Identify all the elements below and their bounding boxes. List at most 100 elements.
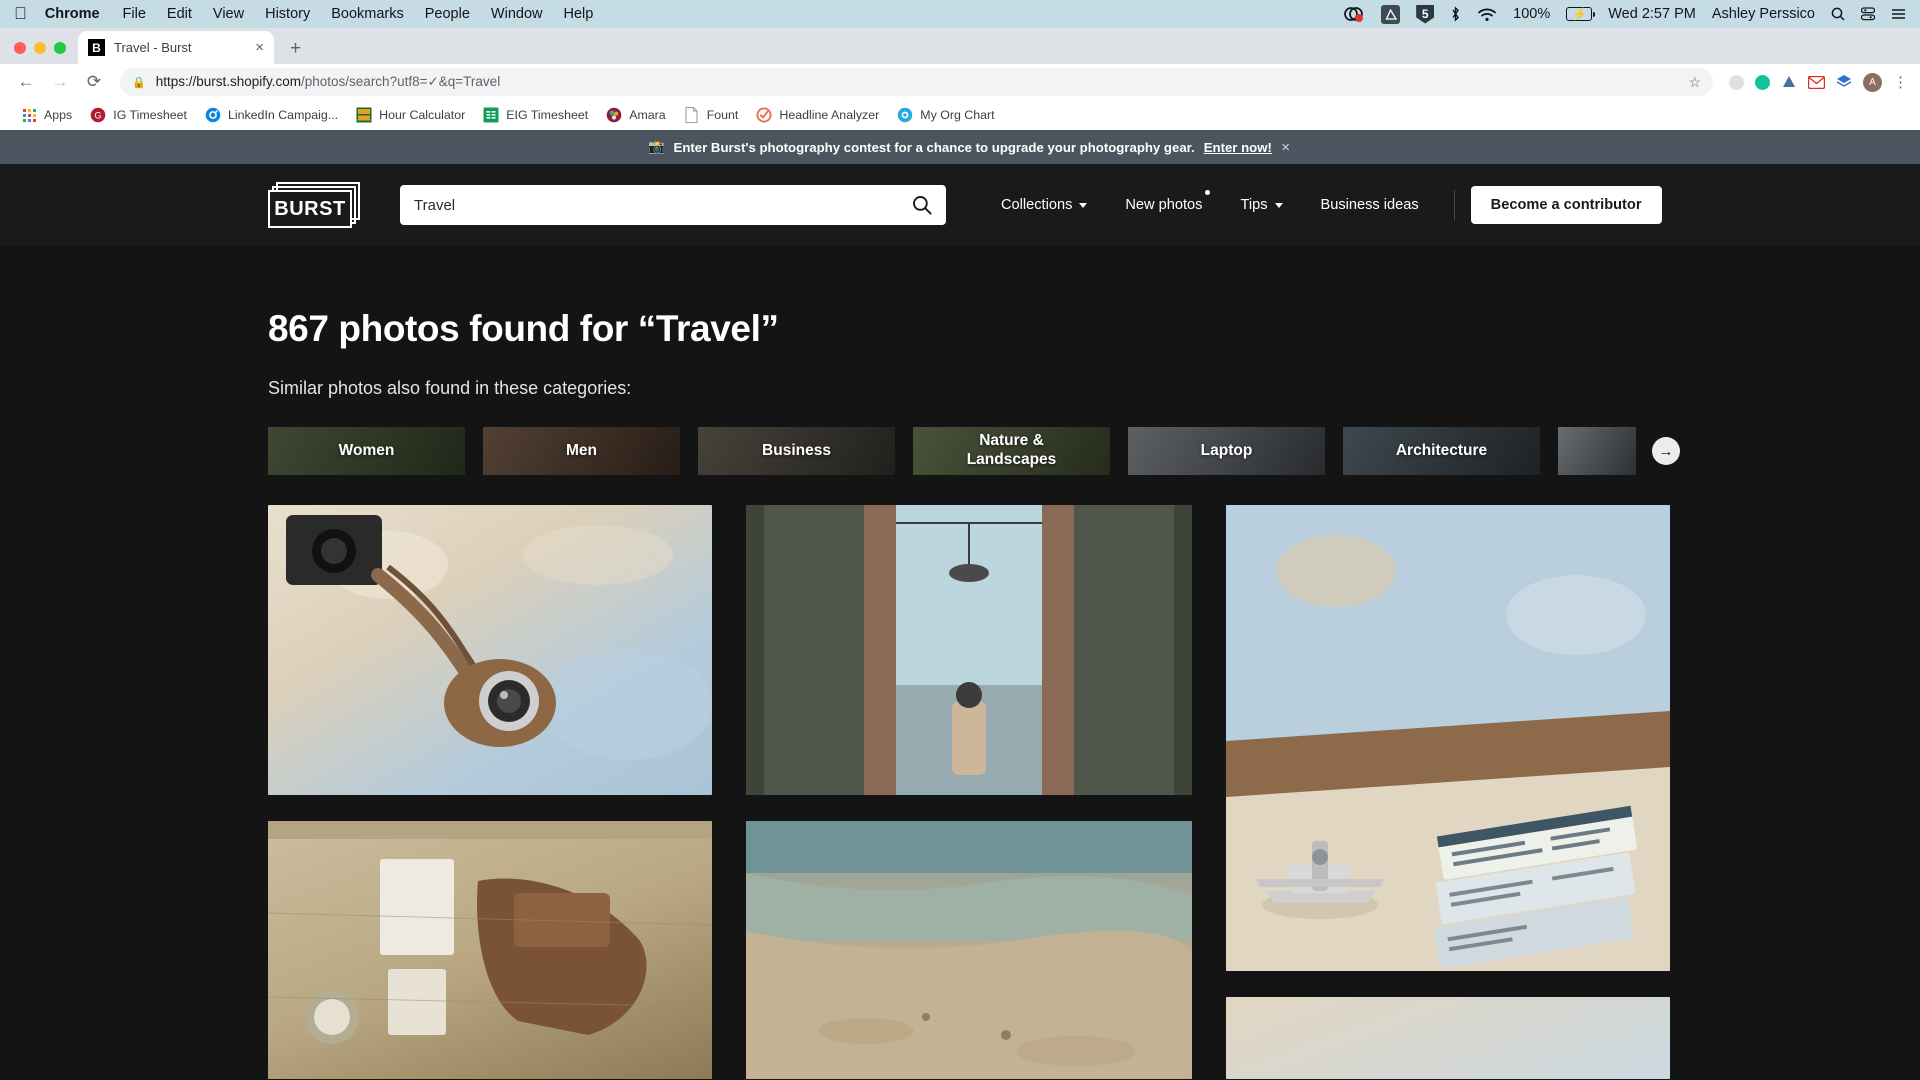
browser-tab[interactable]: B Travel - Burst ×: [78, 31, 274, 64]
bookmark-headline-analyzer[interactable]: Headline Analyzer: [747, 107, 888, 123]
close-window-button[interactable]: [14, 42, 26, 54]
bookmark-hour-calculator[interactable]: Hour Calculator: [347, 107, 474, 123]
enter-now-link[interactable]: Enter now!: [1204, 140, 1272, 155]
menu-item-file[interactable]: File: [123, 6, 146, 22]
battery-charging-icon[interactable]: ⚡: [1566, 7, 1596, 21]
nav-item-tips[interactable]: Tips: [1221, 197, 1301, 213]
chip-label: Women: [338, 441, 395, 459]
nav-item-new-photos[interactable]: New photos: [1106, 190, 1221, 213]
document-icon: [684, 107, 700, 123]
search-icon[interactable]: [912, 195, 932, 215]
google-drive-icon[interactable]: [1381, 4, 1401, 24]
new-tab-button[interactable]: +: [290, 39, 301, 58]
menu-item-help[interactable]: Help: [563, 6, 593, 22]
burst-logo[interactable]: BURST: [268, 182, 360, 228]
window-controls: [10, 42, 78, 64]
screen-recording-icon[interactable]: [1343, 6, 1365, 22]
gmail-icon[interactable]: [1808, 75, 1825, 89]
tab-title: Travel - Burst: [114, 40, 192, 55]
menu-item-chrome[interactable]: Chrome: [45, 6, 100, 22]
menu-item-bookmarks[interactable]: Bookmarks: [331, 6, 404, 22]
nav-divider: [1453, 190, 1455, 220]
menu-item-people[interactable]: People: [425, 6, 470, 22]
bookmark-ig-timesheet[interactable]: G IG Timesheet: [81, 107, 196, 123]
extension-icon[interactable]: [1781, 74, 1797, 90]
bookmark-fount[interactable]: Fount: [675, 107, 748, 123]
control-center-icon[interactable]: [1861, 7, 1875, 21]
extension-placeholder-icon[interactable]: [1729, 74, 1744, 90]
layers-icon[interactable]: [1836, 74, 1852, 90]
category-chip-laptop[interactable]: Laptop: [1128, 427, 1325, 475]
chip-label: Nature & Landscapes: [966, 432, 1057, 468]
grammarly-icon[interactable]: [1755, 74, 1770, 90]
become-contributor-button[interactable]: Become a contributor: [1470, 186, 1662, 224]
close-icon[interactable]: ×: [1281, 139, 1290, 156]
apple-icon[interactable]: : [14, 5, 27, 22]
bookmark-star-icon[interactable]: ☆: [1688, 74, 1701, 91]
nav-label: Business ideas: [1320, 197, 1419, 213]
photo-bali-temple-gate-photographer[interactable]: [746, 505, 1192, 795]
photo-camera-on-world-map[interactable]: [268, 505, 712, 795]
close-icon[interactable]: ×: [255, 40, 264, 55]
bookmark-label: Apps: [44, 108, 73, 122]
kebab-menu-icon[interactable]: ⋮: [1893, 73, 1908, 91]
menu-item-view[interactable]: View: [213, 6, 244, 22]
nav-item-collections[interactable]: Collections: [982, 197, 1106, 213]
search-box[interactable]: [400, 185, 946, 225]
profile-avatar[interactable]: A: [1863, 72, 1882, 92]
category-chip-architecture[interactable]: Architecture: [1343, 427, 1540, 475]
category-chip-men[interactable]: Men: [483, 427, 680, 475]
bookmark-my-org-chart[interactable]: My Org Chart: [888, 107, 1003, 123]
bookmark-linkedin-campaign[interactable]: LinkedIn Campaig...: [196, 107, 347, 123]
category-chip-next-partial[interactable]: [1558, 427, 1636, 475]
macos-menu-bar:  Chrome File Edit View History Bookmark…: [0, 0, 1920, 28]
clock[interactable]: Wed 2:57 PM: [1608, 6, 1696, 22]
chip-label: Men: [566, 441, 597, 459]
menu-item-history[interactable]: History: [265, 6, 310, 22]
reload-icon[interactable]: ⟳: [80, 68, 108, 96]
logo-text: BURST: [274, 197, 346, 220]
minimize-window-button[interactable]: [34, 42, 46, 54]
bookmark-apps[interactable]: Apps: [12, 107, 81, 123]
user-name[interactable]: Ashley Perssico: [1712, 6, 1815, 22]
photo-toy-plane-and-boarding-passes[interactable]: [1226, 997, 1670, 1079]
url-text: https://burst.shopify.com/photos/search?…: [156, 74, 501, 90]
photo-column-2: [746, 505, 1192, 1079]
search-input[interactable]: [414, 196, 912, 214]
category-chip-women[interactable]: Women: [268, 427, 465, 475]
photo-map-book-with-boarding-passes[interactable]: [1226, 505, 1670, 971]
photo-column-1: [268, 505, 712, 1079]
bookmark-amara[interactable]: Amara: [597, 107, 675, 123]
site-nav: Collections New photos Tips Business ide…: [982, 186, 1662, 224]
menu-list-icon[interactable]: [1891, 8, 1906, 20]
bookmark-eig-timesheet[interactable]: EIG Timesheet: [474, 107, 597, 123]
category-chip-business[interactable]: Business: [698, 427, 895, 475]
shield-icon[interactable]: 5: [1416, 4, 1435, 24]
time-calc-icon: [356, 107, 372, 123]
chip-label: Laptop: [1200, 441, 1253, 459]
site-header: BURST Collections New photos Tips Busine…: [0, 164, 1920, 246]
forward-icon[interactable]: →: [46, 68, 74, 96]
menu-item-edit[interactable]: Edit: [167, 6, 192, 22]
promo-banner-text: Enter Burst's photography contest for a …: [673, 139, 1195, 155]
bookmarks-bar: Apps G IG Timesheet LinkedIn Campaig... …: [0, 100, 1920, 130]
battery-percent: 100%: [1513, 6, 1551, 22]
bluetooth-icon[interactable]: [1450, 6, 1461, 22]
spotlight-search-icon[interactable]: [1831, 7, 1845, 21]
categories-next-arrow-icon[interactable]: →: [1652, 437, 1680, 465]
page-content: 📸 Enter Burst's photography contest for …: [0, 130, 1920, 1080]
new-badge-dot: [1205, 190, 1211, 195]
wifi-icon[interactable]: [1477, 7, 1497, 22]
back-icon[interactable]: ←: [12, 68, 40, 96]
category-chip-nature-landscapes[interactable]: Nature & Landscapes: [913, 427, 1110, 475]
menu-item-window[interactable]: Window: [491, 6, 543, 22]
photo-vintage-map-with-journal-and-bag[interactable]: [268, 821, 712, 1079]
nav-label: Tips: [1240, 197, 1268, 213]
nav-item-business-ideas[interactable]: Business ideas: [1302, 197, 1438, 213]
address-bar[interactable]: 🔒 https://burst.shopify.com/photos/searc…: [120, 68, 1713, 96]
maximize-window-button[interactable]: [54, 42, 66, 54]
org-chart-icon: [897, 107, 913, 123]
photo-sandy-beach-shoreline[interactable]: [746, 821, 1192, 1079]
bookmark-label: Fount: [706, 108, 739, 122]
url-path: /photos/search?utf8=✓&q=Travel: [301, 74, 501, 89]
